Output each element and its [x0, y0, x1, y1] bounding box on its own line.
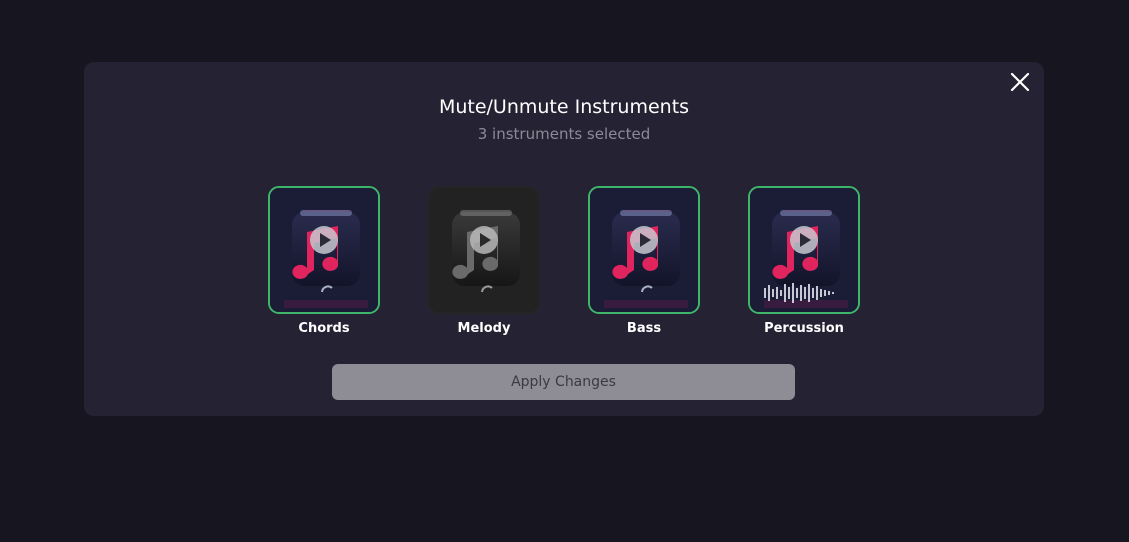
music-note-icon: [430, 188, 538, 312]
mute-instruments-modal: Mute/Unmute Instruments 3 instruments se…: [84, 62, 1044, 416]
instrument-tile[interactable]: [588, 186, 700, 314]
instrument-label: Bass: [626, 321, 662, 336]
apply-changes-button[interactable]: Apply Changes: [332, 364, 795, 400]
instrument-tile[interactable]: [748, 186, 860, 314]
instrument-label: Melody: [457, 321, 511, 336]
music-note-icon: [590, 188, 698, 312]
selection-count: 3 instruments selected: [477, 125, 651, 143]
music-note-icon: [270, 188, 378, 312]
modal-title: Mute/Unmute Instruments: [438, 96, 690, 118]
instrument-label: Percussion: [764, 321, 844, 336]
waveform-icon: [764, 283, 834, 303]
close-button[interactable]: [1006, 68, 1034, 96]
close-icon: [1010, 72, 1030, 92]
instrument-percussion[interactable]: Percussion: [748, 186, 860, 336]
instrument-list: Chords Melody Bass Percussion: [268, 186, 860, 346]
instrument-chords[interactable]: Chords: [268, 186, 380, 336]
instrument-tile[interactable]: [268, 186, 380, 314]
instrument-tile[interactable]: [428, 186, 540, 314]
instrument-melody[interactable]: Melody: [428, 186, 540, 336]
instrument-bass[interactable]: Bass: [588, 186, 700, 336]
instrument-label: Chords: [298, 321, 350, 336]
